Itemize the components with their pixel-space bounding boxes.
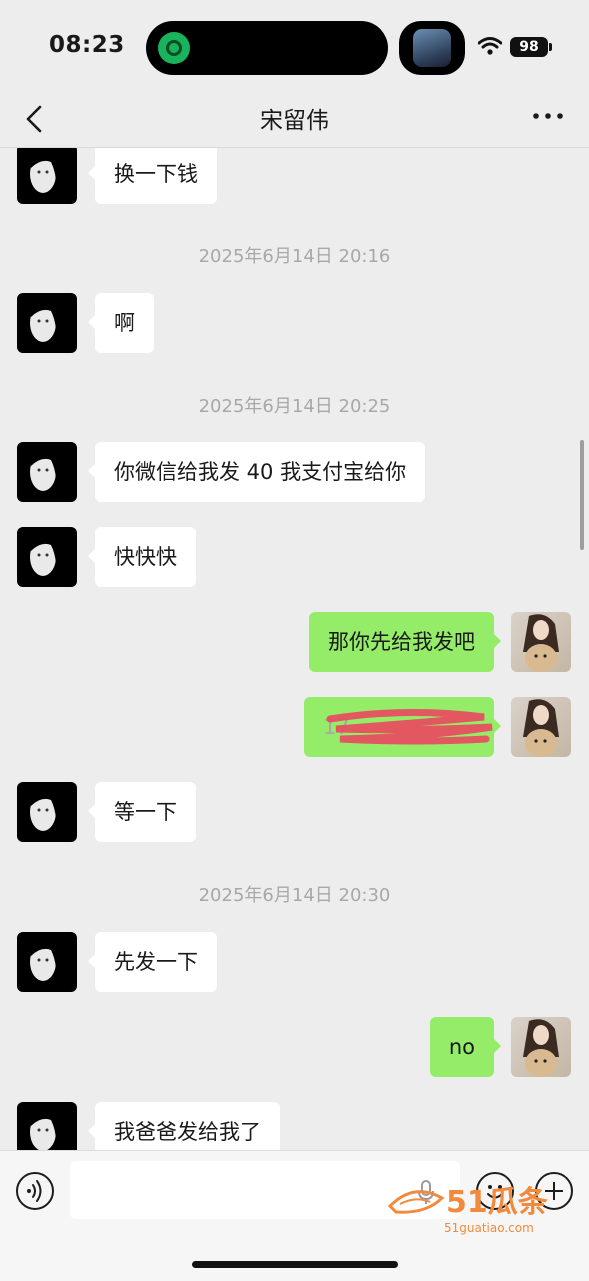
more-dots-icon[interactable]: [530, 109, 566, 123]
message-timestamp: 2025年6月14日 20:25: [198, 396, 391, 417]
message-bubble[interactable]: 你微信给我发 40 我支付宝给你: [87, 442, 426, 502]
message-bubble[interactable]: 快快快: [88, 527, 196, 587]
contact-avatar[interactable]: [17, 932, 77, 992]
battery-cap: [549, 43, 552, 51]
watermark-title: 51瓜条: [446, 1185, 548, 1220]
now-playing-island[interactable]: [399, 21, 465, 75]
watermark-logo: 51瓜条 51guatiao.com: [387, 1185, 548, 1235]
voice-wave-icon: [27, 1180, 42, 1202]
message-bubble[interactable]: 我爸爸发给我了: [88, 1102, 280, 1150]
chat-header: 宋留伟: [0, 95, 589, 148]
message-row: 17: [0, 697, 589, 759]
message-timestamp: 2025年6月14日 20:16: [198, 246, 391, 267]
contact-avatar[interactable]: [17, 148, 77, 204]
contact-avatar[interactable]: [17, 782, 77, 842]
message-row: 快快快: [0, 527, 589, 589]
redaction-scribble: [326, 708, 493, 745]
self-avatar[interactable]: [511, 612, 571, 672]
message-row: 我爸爸发给我了: [0, 1102, 589, 1150]
message-bubble[interactable]: 那你先给我发吧: [309, 612, 501, 672]
message-timestamp: 2025年6月14日 20:30: [198, 885, 391, 906]
message-bubble[interactable]: 先发一下: [88, 932, 217, 992]
voice-toggle-button[interactable]: [16, 1172, 54, 1210]
message-bubble[interactable]: no: [429, 1017, 502, 1077]
watermark-url: 51guatiao.com: [444, 1221, 534, 1235]
message-row: 先发一下: [0, 932, 589, 994]
contact-avatar[interactable]: [17, 527, 77, 587]
media-thumbnail-icon: [413, 29, 451, 67]
self-avatar[interactable]: [511, 697, 571, 757]
message-list[interactable]: 换一下钱 2025年6月14日 20:16 啊 2025年6月14日 20:25…: [0, 148, 589, 1150]
wifi-icon: [478, 37, 502, 55]
scrollbar[interactable]: [580, 440, 584, 550]
site-watermark: 51瓜条 51guatiao.com: [386, 1168, 572, 1238]
message-row: 那你先给我发吧: [0, 612, 589, 674]
contact-avatar[interactable]: [17, 1102, 77, 1150]
contact-avatar[interactable]: [17, 442, 77, 502]
dynamic-island[interactable]: [146, 21, 388, 75]
message-bubble[interactable]: 换一下钱: [88, 148, 217, 204]
status-bar: 08:23 98: [0, 0, 589, 95]
message-row: 啊: [0, 293, 589, 355]
message-row: 你微信给我发 40 我支付宝给你: [0, 442, 589, 504]
message-row: no: [0, 1017, 589, 1079]
message-bubble[interactable]: 啊: [88, 293, 154, 353]
contact-avatar[interactable]: [17, 293, 77, 353]
message-bubble[interactable]: 等一下: [88, 782, 196, 842]
status-time: 08:23: [49, 32, 125, 58]
chat-title: 宋留伟: [260, 108, 329, 134]
home-indicator[interactable]: [192, 1261, 398, 1268]
message-row: 等一下: [0, 782, 589, 844]
self-avatar[interactable]: [511, 1017, 571, 1077]
message-row: 换一下钱: [0, 148, 589, 206]
wechat-activity-icon: [158, 32, 190, 64]
battery-icon: 98: [510, 37, 548, 57]
redacted-message-bubble[interactable]: 17: [304, 697, 501, 757]
